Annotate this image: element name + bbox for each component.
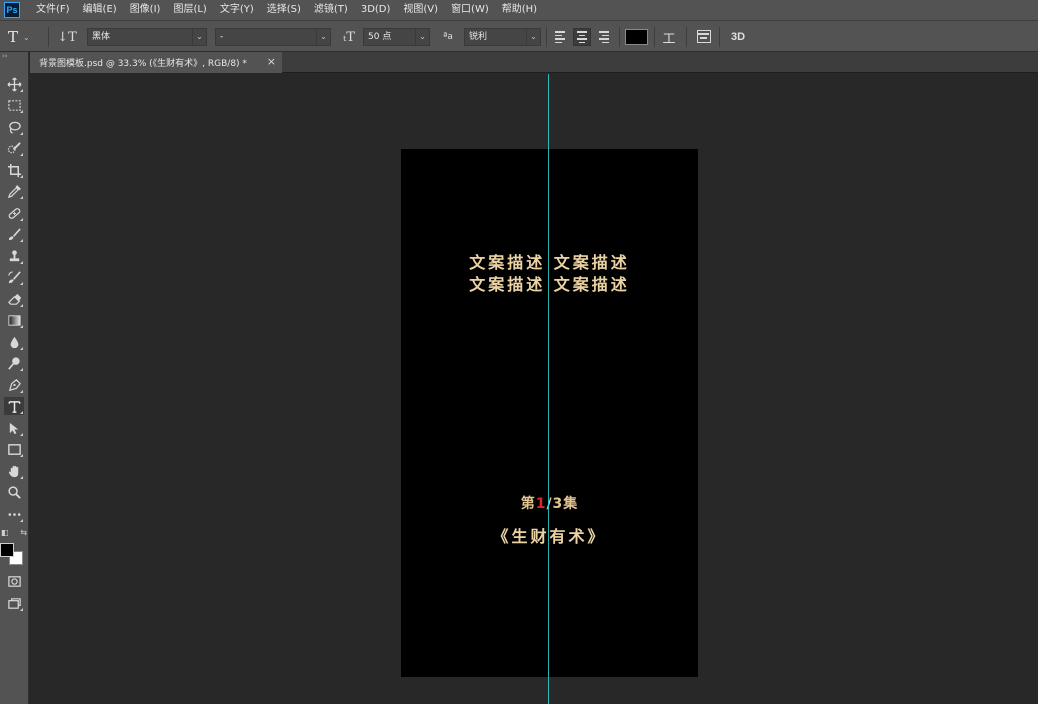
foreground-color-swatch[interactable] (0, 543, 14, 557)
divider (686, 27, 687, 47)
series-title[interactable]: 《生财有术》 (401, 523, 698, 547)
move-tool[interactable] (4, 75, 24, 93)
magnifier-icon (7, 485, 21, 499)
rectangle-tool[interactable] (4, 440, 24, 458)
chevron-down-icon: ⌄ (526, 29, 540, 45)
menu-3d[interactable]: 3D(D) (355, 0, 398, 20)
menu-select[interactable]: 选择(S) (261, 0, 308, 20)
paragraph-align-group (552, 21, 616, 53)
menu-filter[interactable]: 滤镜(T) (308, 0, 355, 20)
menu-image[interactable]: 图像(I) (124, 0, 168, 20)
episode-suffix: /3集 (546, 496, 579, 512)
align-center-button[interactable] (573, 28, 591, 46)
eyedropper-tool[interactable] (4, 182, 24, 200)
antialias-value: 锐利 (469, 32, 488, 42)
color-controls: ◧ ⇆ (1, 528, 27, 538)
options-bar: T ⌄ ↓T 黑体 ⌄ - ⌄ ₜT 50 点 ⌄ ªa 锐利 ⌄ 工 3D (0, 20, 1038, 52)
font-size-select[interactable]: 50 点 ⌄ (363, 28, 430, 46)
eraser-tool[interactable] (4, 290, 24, 308)
document-tab-title: 背景图模板.psd @ 33.3% (《生财有术》, RGB/8) * (39, 59, 247, 69)
menu-edit[interactable]: 编辑(E) (77, 0, 124, 20)
history-brush-tool[interactable] (4, 268, 24, 286)
canvas-area[interactable]: 文案描述 文案描述 文案描述 文案描述 第1/3集 《生财有术》 (30, 74, 1038, 704)
chevron-down-icon: ⌄ (23, 32, 30, 42)
photoshop-window: Ps 文件(F) 编辑(E) 图像(I) 图层(L) 文字(Y) 选择(S) 滤… (0, 0, 1038, 704)
pen-tool[interactable] (4, 376, 24, 394)
copy-text-line-2[interactable]: 文案描述 文案描述 (401, 271, 698, 295)
swap-colors-icon[interactable]: ⇆ (20, 528, 27, 538)
path-selection-tool[interactable] (4, 419, 24, 437)
antialias-icon: ªa (443, 32, 453, 42)
chevron-down-icon: ⌄ (415, 29, 429, 45)
zoom-tool[interactable] (4, 483, 24, 501)
episode-prefix: 第 (520, 496, 536, 512)
menu-layer[interactable]: 图层(L) (167, 0, 213, 20)
antialias-select[interactable]: 锐利 ⌄ (464, 28, 541, 46)
toolbox: ›› ◧ ⇆ (0, 52, 29, 704)
menu-type[interactable]: 文字(Y) (214, 0, 261, 20)
episode-label[interactable]: 第1/3集 (401, 493, 698, 513)
brush-tool[interactable] (4, 225, 24, 243)
chevron-down-icon: ⌄ (316, 29, 330, 45)
lasso-tool[interactable] (4, 118, 24, 136)
align-left-button[interactable] (552, 28, 570, 46)
menu-window[interactable]: 窗口(W) (445, 0, 496, 20)
character-panel-icon[interactable] (697, 30, 711, 43)
healing-brush-tool[interactable] (4, 204, 24, 222)
warp-text-icon[interactable]: 工 (660, 21, 678, 53)
menu-file[interactable]: 文件(F) (30, 0, 77, 20)
copy-text-line-1[interactable]: 文案描述 文案描述 (401, 249, 698, 273)
divider (546, 27, 547, 47)
photoshop-logo: Ps (4, 2, 20, 18)
text-color-swatch[interactable] (625, 29, 648, 45)
vertical-guide-line[interactable] (548, 74, 549, 704)
quick-select-tool[interactable] (4, 139, 24, 157)
edit-toolbar-button[interactable] (4, 505, 24, 523)
gradient-tool[interactable] (4, 311, 24, 329)
clone-stamp-tool[interactable] (4, 247, 24, 265)
menu-help[interactable]: 帮助(H) (496, 0, 544, 20)
align-right-button[interactable] (594, 28, 612, 46)
tool-preset-picker[interactable]: T ⌄ (8, 21, 46, 53)
quick-mask-button[interactable] (4, 572, 24, 590)
document-tab[interactable]: 背景图模板.psd @ 33.3% (《生财有术》, RGB/8) * × (30, 52, 282, 73)
font-style-select[interactable]: - ⌄ (215, 28, 331, 46)
type-tool-icon: T (8, 28, 19, 46)
type-tool[interactable] (4, 397, 24, 415)
divider (654, 27, 655, 47)
menu-view[interactable]: 视图(V) (397, 0, 445, 20)
episode-current-number: 1 (535, 496, 547, 512)
dodge-tool[interactable] (4, 354, 24, 372)
divider (619, 27, 620, 47)
font-size-value: 50 点 (368, 32, 392, 42)
quick-mask-icon (7, 575, 21, 587)
toggle-text-orientation-icon[interactable]: ↓T (57, 21, 77, 53)
screen-mode-button[interactable] (4, 594, 24, 612)
document-tab-bar: 背景图模板.psd @ 33.3% (《生财有术》, RGB/8) * × (30, 52, 1038, 73)
menu-bar: Ps 文件(F) 编辑(E) 图像(I) 图层(L) 文字(Y) 选择(S) 滤… (0, 0, 1038, 20)
marquee-tool[interactable] (4, 96, 24, 114)
artboard[interactable]: 文案描述 文案描述 文案描述 文案描述 第1/3集 《生财有术》 (401, 149, 698, 677)
chevron-down-icon: ⌄ (192, 29, 206, 45)
close-icon[interactable]: × (267, 55, 276, 68)
font-family-value: 黑体 (92, 32, 111, 42)
3d-button[interactable]: 3D (728, 21, 748, 53)
divider (48, 27, 49, 47)
hand-tool[interactable] (4, 462, 24, 480)
font-style-value: - (220, 32, 224, 42)
toolbox-collapse-icon[interactable]: ›› (0, 52, 29, 61)
default-colors-icon[interactable]: ◧ (1, 528, 9, 538)
divider (719, 27, 720, 47)
crop-tool[interactable] (4, 161, 24, 179)
font-family-select[interactable]: 黑体 ⌄ (87, 28, 207, 46)
font-size-icon: ₜT (343, 29, 355, 45)
blur-tool[interactable] (4, 333, 24, 351)
